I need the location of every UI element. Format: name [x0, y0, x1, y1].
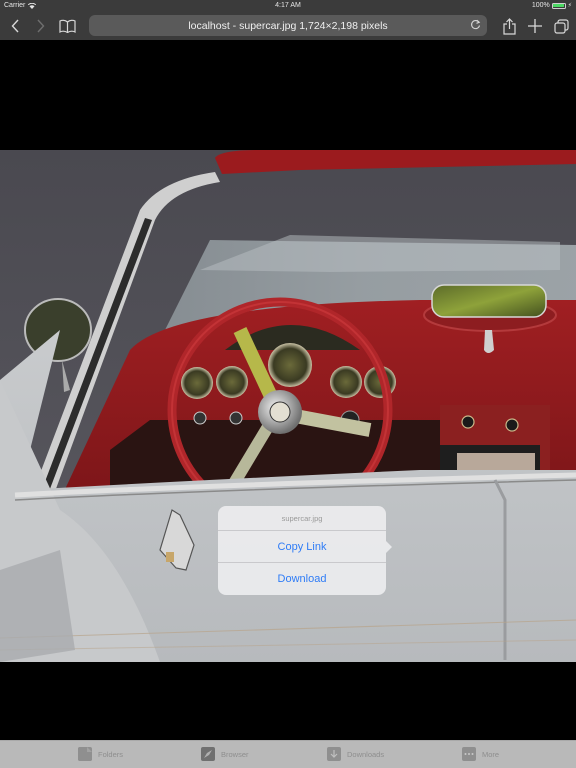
folder-icon [78, 747, 92, 761]
image-context-menu: supercar.jpg Copy Link Download [218, 506, 392, 595]
tab-more-label: More [482, 749, 500, 759]
battery-percent: 100% [531, 2, 550, 9]
browser-toolbar: localhost - supercar.jpg 1,724×2,198 pix… [0, 12, 576, 40]
forward-button[interactable] [34, 15, 48, 37]
bottom-tab-bar: Folders Browser Downloads More [0, 740, 576, 768]
chevron-right-icon [37, 19, 45, 33]
clock: 4:17 AM [275, 2, 301, 9]
battery-status: 100% ⚡︎ [532, 2, 572, 9]
back-button[interactable] [8, 15, 22, 37]
tab-browser-label: Browser [221, 749, 249, 759]
bookmarks-button[interactable] [57, 15, 77, 37]
charging-icon: ⚡︎ [567, 3, 572, 9]
reload-icon[interactable] [470, 19, 481, 30]
popover-arrow [386, 541, 392, 553]
compass-icon [201, 747, 215, 761]
new-tab-button[interactable] [526, 15, 544, 37]
download-button[interactable]: Download [218, 563, 386, 595]
tab-folders-label: Folders [98, 749, 124, 759]
more-icon [462, 747, 476, 761]
book-icon [58, 19, 76, 33]
chevron-left-icon [11, 19, 19, 33]
tab-more[interactable]: More [462, 747, 499, 761]
address-text: localhost - supercar.jpg 1,724×2,198 pix… [188, 19, 388, 32]
tabs-icon [553, 18, 569, 34]
download-icon [327, 747, 341, 761]
context-menu-title: supercar.jpg [218, 506, 386, 531]
tab-browser[interactable]: Browser [201, 747, 249, 761]
tab-downloads-label: Downloads [347, 749, 385, 759]
copy-link-button[interactable]: Copy Link [218, 531, 386, 563]
address-bar[interactable]: localhost - supercar.jpg 1,724×2,198 pix… [89, 15, 487, 36]
plus-icon [528, 19, 542, 33]
tab-downloads[interactable]: Downloads [327, 747, 384, 761]
battery-icon [551, 2, 566, 9]
share-button[interactable] [500, 15, 518, 37]
share-icon [502, 17, 516, 35]
tabs-button[interactable] [553, 15, 569, 37]
status-bar: Carrier 4:17 AM 100% ⚡︎ [0, 0, 576, 12]
tab-folders[interactable]: Folders [78, 747, 123, 761]
image-viewport: supercar.jpg Copy Link Download [0, 40, 576, 740]
